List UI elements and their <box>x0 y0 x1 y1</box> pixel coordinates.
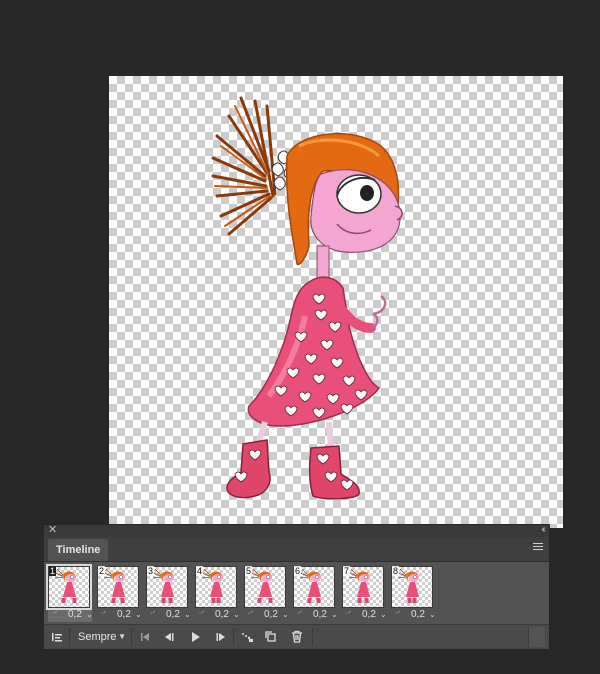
panel-header-strip: ✕ ‹‹ <box>44 523 549 537</box>
frame-number: 6 <box>294 566 302 576</box>
frame-delay-value: 0,2 <box>117 609 131 620</box>
first-frame-icon[interactable] <box>134 625 156 649</box>
frame-number: 3 <box>147 566 155 576</box>
frame-number: 4 <box>196 566 204 576</box>
chevron-down-icon: ⌄ <box>233 610 240 619</box>
tab-timeline[interactable]: Timeline <box>48 539 109 561</box>
frame-delay-select[interactable]: ⸱ᐟ 0,2 ⌄ <box>391 609 436 621</box>
frame-number: 5 <box>245 566 253 576</box>
frame-delay-value: 0,2 <box>166 609 180 620</box>
tween-marker-icon: ⸱ᐟ <box>248 609 254 618</box>
panel-menu-icon[interactable] <box>533 543 543 552</box>
panel-resize-handle[interactable] <box>528 627 545 647</box>
animation-frame[interactable]: 5 ⸱ᐟ 0,2 ⌄ <box>244 566 289 622</box>
chevron-down-icon: ⌄ <box>380 610 387 619</box>
character-illustration <box>211 96 403 500</box>
frame-number: 8 <box>392 566 400 576</box>
loop-value: Sempre <box>78 631 117 643</box>
frame-delay-value: 0,2 <box>313 609 327 620</box>
animation-frame[interactable]: 8 ⸱ᐟ 0,2 ⌄ <box>391 566 436 622</box>
chevron-down-icon: ⌄ <box>331 610 338 619</box>
tween-marker-icon: ⸱ᐟ <box>297 609 303 618</box>
duplicate-frame-icon[interactable] <box>260 625 282 649</box>
animation-frame[interactable]: 6 ⸱ᐟ 0,2 ⌄ <box>293 566 338 622</box>
tween-marker-icon: ⸱ᐟ <box>52 609 58 618</box>
frame-delay-select[interactable]: ⸱ᐟ 0,2 ⌄ <box>48 609 93 621</box>
delete-frame-icon[interactable] <box>286 625 308 649</box>
collapse-icon[interactable]: ‹‹ <box>541 523 545 537</box>
tween-icon[interactable] <box>236 625 258 649</box>
animation-frame[interactable]: 1 ⸱ᐟ 0,2 ⌄ <box>46 564 93 622</box>
animation-frame[interactable]: 7 ⸱ᐟ 0,2 ⌄ <box>342 566 387 622</box>
frame-delay-select[interactable]: ⸱ᐟ 0,2 ⌄ <box>195 609 240 621</box>
frame-delay-select[interactable]: ⸱ᐟ 0,2 ⌄ <box>293 609 338 621</box>
chevron-down-icon: ▼ <box>118 632 126 641</box>
chevron-down-icon: ⌄ <box>135 610 142 619</box>
tween-marker-icon: ⸱ᐟ <box>395 609 401 618</box>
frame-delay-value: 0,2 <box>68 609 82 620</box>
frame-delay-select[interactable]: ⸱ᐟ 0,2 ⌄ <box>97 609 142 621</box>
frame-delay-value: 0,2 <box>264 609 278 620</box>
tween-marker-icon: ⸱ᐟ <box>346 609 352 618</box>
animation-frame[interactable]: 4 ⸱ᐟ 0,2 ⌄ <box>195 566 240 622</box>
frame-strip: 1 ⸱ᐟ 0,2 ⌄ 2 ⸱ᐟ 0,2 ⌄ 3 ⸱ᐟ 0,2 ⌄ 4 ⸱ᐟ 0,2 ⌄ 5 ⸱ᐟ 0,2 ⌄ 6 ⸱ᐟ 0,… <box>46 564 548 624</box>
frame-delay-value: 0,2 <box>362 609 376 620</box>
tween-marker-icon: ⸱ᐟ <box>199 609 205 618</box>
chevron-down-icon: ⌄ <box>429 610 436 619</box>
chevron-down-icon: ⌄ <box>282 610 289 619</box>
frame-delay-value: 0,2 <box>411 609 425 620</box>
frame-number: 2 <box>98 566 106 576</box>
document-canvas[interactable] <box>109 76 563 528</box>
timeline-controls: Sempre ▼ <box>44 624 549 649</box>
convert-timeline-icon[interactable] <box>46 625 68 649</box>
frame-delay-select[interactable]: ⸱ᐟ 0,2 ⌄ <box>244 609 289 621</box>
panel-tabbar: Timeline <box>44 537 549 562</box>
tween-marker-icon: ⸱ᐟ <box>101 609 107 618</box>
timeline-panel: ✕ ‹‹ Timeline 1 ⸱ᐟ 0,2 ⌄ 2 ⸱ᐟ 0,2 ⌄ 3 ⸱ᐟ 0,2 ⌄ 4 ⸱ᐟ 0,… <box>43 524 550 649</box>
frame-delay-select[interactable]: ⸱ᐟ 0,2 ⌄ <box>342 609 387 621</box>
frame-number: 7 <box>343 566 351 576</box>
chevron-down-icon: ⌄ <box>86 610 93 619</box>
animation-frame[interactable]: 3 ⸱ᐟ 0,2 ⌄ <box>146 566 191 622</box>
tween-marker-icon: ⸱ᐟ <box>150 609 156 618</box>
frame-delay-value: 0,2 <box>215 609 229 620</box>
animation-frame[interactable]: 2 ⸱ᐟ 0,2 ⌄ <box>97 566 142 622</box>
frame-delay-select[interactable]: ⸱ᐟ 0,2 ⌄ <box>146 609 191 621</box>
previous-frame-icon[interactable] <box>158 625 180 649</box>
close-icon[interactable]: ✕ <box>48 523 57 537</box>
frame-number: 1 <box>49 566 57 576</box>
play-icon[interactable] <box>184 625 206 649</box>
chevron-down-icon: ⌄ <box>184 610 191 619</box>
loop-select[interactable]: Sempre ▼ <box>71 628 129 646</box>
next-frame-icon[interactable] <box>210 625 232 649</box>
